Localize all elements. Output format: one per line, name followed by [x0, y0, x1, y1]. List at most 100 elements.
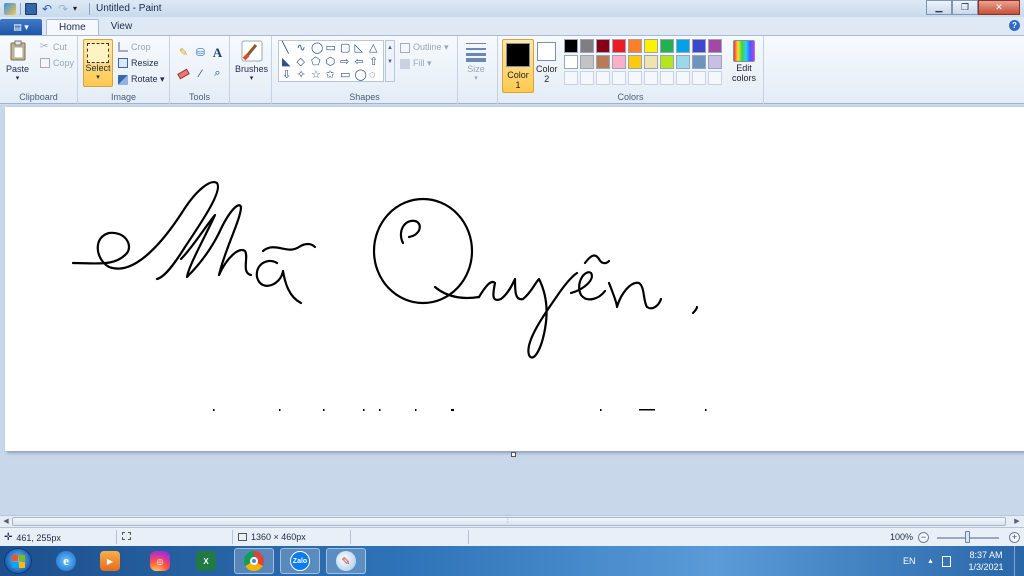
fill-button[interactable]: Fill ▾: [400, 58, 432, 69]
undo-icon[interactable]: ↶: [41, 3, 53, 15]
palette-color-9[interactable]: [692, 39, 706, 53]
customize-quick-access-icon[interactable]: ▾: [73, 3, 85, 15]
palette-custom-slot[interactable]: [708, 71, 722, 85]
eraser-icon[interactable]: [176, 66, 191, 81]
palette-color-10[interactable]: [708, 39, 722, 53]
horizontal-scrollbar[interactable]: ◀ ⦙ ▶: [0, 515, 1024, 527]
shape-option-icon[interactable]: ◇: [297, 56, 305, 68]
palette-color-2[interactable]: [580, 39, 594, 53]
palette-color-20[interactable]: [708, 55, 722, 69]
scroll-left-arrow-icon[interactable]: ◀: [1, 516, 11, 527]
palette-color-14[interactable]: [612, 55, 626, 69]
paste-dropdown-arrow[interactable]: ▾: [16, 74, 20, 82]
maximize-button[interactable]: ❐: [952, 0, 978, 15]
minimize-button[interactable]: ▁: [926, 0, 952, 15]
taskbar-chrome[interactable]: [234, 548, 274, 574]
palette-custom-slot[interactable]: [596, 71, 610, 85]
shape-option-icon[interactable]: ✧: [297, 70, 306, 81]
zoom-slider-thumb[interactable]: [965, 531, 970, 543]
palette-color-16[interactable]: [644, 55, 658, 69]
zoom-out-button[interactable]: −: [918, 532, 929, 543]
palette-color-15[interactable]: [628, 55, 642, 69]
brushes-dropdown-arrow[interactable]: ▾: [250, 74, 254, 82]
shape-option-icon[interactable]: ◌: [369, 70, 376, 81]
palette-custom-slot[interactable]: [676, 71, 690, 85]
palette-custom-slot[interactable]: [564, 71, 578, 85]
shape-option-icon[interactable]: ⬠: [311, 56, 321, 68]
crop-button[interactable]: Crop: [118, 42, 151, 52]
shape-option-icon[interactable]: ▢: [340, 43, 350, 54]
shape-option-icon[interactable]: ∿: [297, 43, 306, 54]
action-center-icon[interactable]: [942, 546, 951, 576]
show-desktop-button[interactable]: [1014, 546, 1024, 576]
color1-button[interactable]: Color 1: [502, 39, 534, 93]
shape-option-icon[interactable]: ⇩: [282, 70, 291, 81]
size-button[interactable]: Size ▾: [465, 40, 487, 82]
pencil-icon[interactable]: ✎: [176, 45, 191, 60]
shape-option-icon[interactable]: ╲: [282, 43, 289, 54]
language-indicator[interactable]: EN: [903, 546, 916, 576]
palette-custom-slot[interactable]: [644, 71, 658, 85]
tab-home[interactable]: Home: [46, 19, 99, 35]
palette-custom-slot[interactable]: [628, 71, 642, 85]
magnifier-icon[interactable]: ⌕: [210, 66, 225, 81]
select-dropdown-arrow[interactable]: ▾: [96, 73, 100, 81]
palette-color-18[interactable]: [676, 55, 690, 69]
text-tool-icon[interactable]: A: [210, 45, 225, 60]
palette-color-13[interactable]: [596, 55, 610, 69]
taskbar-paint[interactable]: ✎: [326, 548, 366, 574]
palette-color-11[interactable]: [564, 55, 578, 69]
palette-color-12[interactable]: [580, 55, 594, 69]
palette-custom-slot[interactable]: [660, 71, 674, 85]
edit-colors-button[interactable]: Edit colors: [732, 40, 756, 83]
shape-option-icon[interactable]: ◯: [355, 70, 367, 81]
zoom-in-button[interactable]: +: [1009, 532, 1020, 543]
copy-button[interactable]: Copy: [40, 58, 74, 68]
shape-option-icon[interactable]: ⇨: [340, 56, 349, 68]
palette-color-19[interactable]: [692, 55, 706, 69]
palette-color-4[interactable]: [612, 39, 626, 53]
save-icon[interactable]: [25, 2, 37, 15]
scrollbar-thumb[interactable]: ⦙: [12, 517, 1006, 526]
select-button[interactable]: Select ▾: [83, 39, 113, 87]
paint-app-icon[interactable]: [4, 2, 16, 15]
fill-bucket-icon[interactable]: ⛁: [193, 45, 208, 60]
taskbar-internet-explorer[interactable]: e: [46, 548, 86, 574]
palette-color-1[interactable]: [564, 39, 578, 53]
shape-option-icon[interactable]: ◯: [311, 43, 323, 54]
shape-option-icon[interactable]: ✩: [326, 70, 335, 81]
brushes-button[interactable]: Brushes ▾: [235, 40, 268, 82]
help-icon[interactable]: ?: [1009, 20, 1020, 31]
shape-option-icon[interactable]: ⬡: [326, 56, 336, 68]
shape-option-icon[interactable]: △: [369, 43, 377, 54]
shape-option-icon[interactable]: ⇦: [355, 56, 364, 68]
size-dropdown-arrow[interactable]: ▾: [474, 74, 478, 82]
shape-option-icon[interactable]: ◣: [282, 56, 290, 68]
shape-option-icon[interactable]: ◺: [355, 43, 363, 54]
system-clock[interactable]: 8:37 AM 1/3/2021: [962, 549, 1010, 573]
paste-button[interactable]: Paste ▾: [6, 40, 29, 82]
shape-option-icon[interactable]: ⇧: [369, 56, 378, 68]
color-picker-icon[interactable]: ⁄: [193, 66, 208, 81]
palette-color-7[interactable]: [660, 39, 674, 53]
drawing-canvas[interactable]: [5, 107, 1024, 451]
redo-icon[interactable]: ↷: [57, 3, 69, 15]
taskbar-media-player[interactable]: ▶: [90, 548, 130, 574]
palette-custom-slot[interactable]: [612, 71, 626, 85]
resize-button[interactable]: Resize: [118, 58, 159, 68]
rotate-button[interactable]: Rotate ▾: [118, 74, 165, 85]
palette-color-5[interactable]: [628, 39, 642, 53]
palette-color-6[interactable]: [644, 39, 658, 53]
tab-view[interactable]: View: [99, 19, 145, 35]
shape-option-icon[interactable]: ▭: [326, 43, 336, 54]
canvas-resize-handle[interactable]: [511, 452, 516, 457]
palette-custom-slot[interactable]: [580, 71, 594, 85]
taskbar-zalo[interactable]: Zalo: [280, 548, 320, 574]
shapes-gallery-scroll[interactable]: ▲ ▼: [385, 40, 395, 82]
outline-button[interactable]: Outline ▾: [400, 42, 449, 53]
show-hidden-icons-button[interactable]: ▲: [927, 546, 934, 576]
scroll-right-arrow-icon[interactable]: ▶: [1012, 516, 1022, 527]
palette-custom-slot[interactable]: [692, 71, 706, 85]
shape-option-icon[interactable]: ☆: [311, 70, 321, 81]
shape-option-icon[interactable]: ▭: [340, 70, 350, 81]
